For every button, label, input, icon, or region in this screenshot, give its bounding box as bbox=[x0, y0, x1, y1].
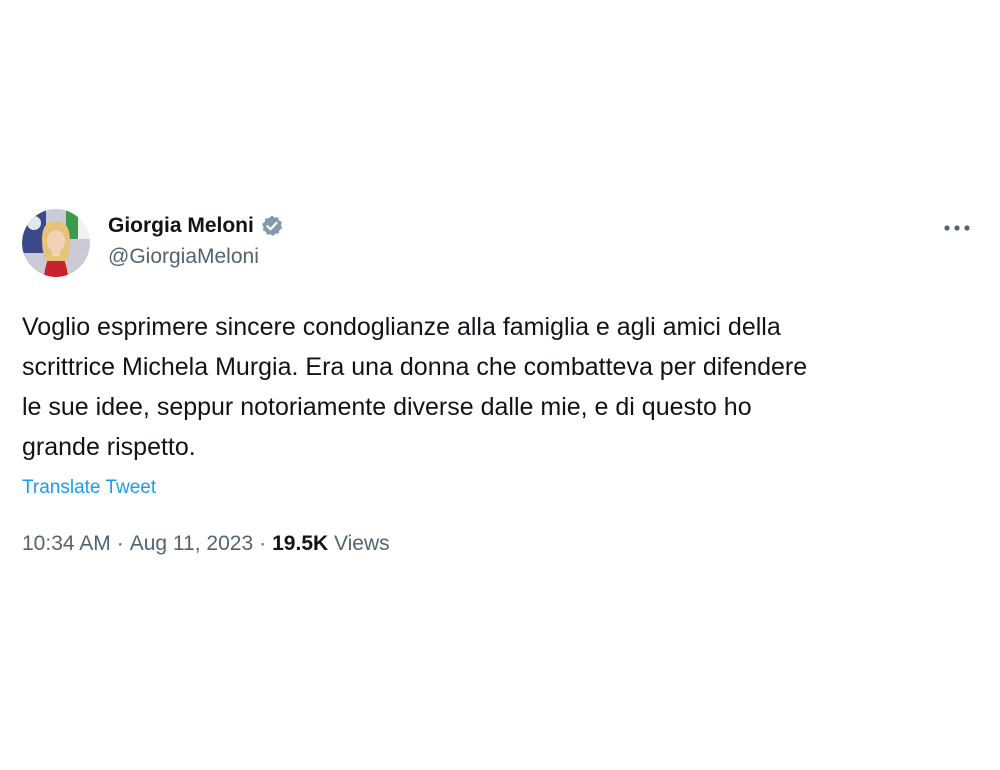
verified-badge-icon bbox=[260, 214, 284, 238]
translate-tweet-link[interactable]: Translate Tweet bbox=[22, 477, 156, 499]
tweet-text-line: scrittrice Michela Murgia. Era una donna… bbox=[22, 353, 808, 381]
tweet-text-line: Voglio esprimere sincere condoglianze al… bbox=[22, 313, 781, 341]
author-display-name[interactable]: Giorgia Meloni bbox=[108, 214, 254, 238]
profile-photo-icon bbox=[22, 209, 90, 277]
tweet-meta: 10:34 AM · Aug 11, 2023 · 19.5K Views bbox=[22, 532, 390, 556]
tweet-card: Giorgia Meloni @GiorgiaMeloni Voglio esp… bbox=[0, 0, 1000, 770]
tweet-text-line: grande rispetto. bbox=[22, 433, 196, 461]
tweet-time[interactable]: 10:34 AM bbox=[22, 532, 111, 555]
tweet-date[interactable]: Aug 11, 2023 bbox=[130, 532, 253, 555]
tweet-text: Voglio esprimere sincere condoglianze al… bbox=[22, 307, 962, 467]
more-options-button[interactable] bbox=[938, 214, 976, 242]
views-count[interactable]: 19.5K bbox=[272, 532, 328, 555]
author-block: Giorgia Meloni @GiorgiaMeloni bbox=[108, 212, 284, 269]
meta-separator: · bbox=[116, 532, 124, 555]
tweet-text-line: le sue idee, seppur notoriamente diverse… bbox=[22, 393, 752, 421]
author-handle[interactable]: @GiorgiaMeloni bbox=[108, 245, 284, 269]
name-row: Giorgia Meloni bbox=[108, 212, 284, 240]
avatar[interactable] bbox=[22, 209, 90, 277]
more-options-icon bbox=[944, 225, 970, 231]
meta-separator: · bbox=[259, 532, 267, 555]
views-label: Views bbox=[334, 532, 390, 555]
